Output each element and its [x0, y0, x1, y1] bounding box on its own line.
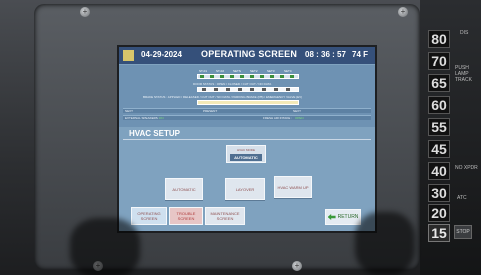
- return-arrow-icon: [327, 214, 336, 220]
- brake-status-text: BRAKE STATUS : APPLIED / RELEASED / CUT …: [143, 95, 303, 99]
- present-label: PRESENT: [203, 109, 218, 113]
- door-status-options: / CLOSED / CUT OUT / NO DATA: [226, 82, 272, 86]
- speed-indicator: 70: [428, 52, 450, 70]
- speed-indicator: 60: [428, 96, 450, 114]
- logo-icon: [123, 50, 134, 61]
- speed-indicator: 55: [428, 118, 450, 136]
- push-lamp-label: PUSH LAMP TRACK: [455, 65, 472, 83]
- door-status-open: OPEN: [216, 82, 226, 86]
- section-divider: [123, 139, 371, 140]
- temperature-display: 74 F: [352, 50, 369, 59]
- next-left-label: NEXT: [125, 109, 134, 113]
- fresh-air-value: OPEN: [295, 116, 304, 120]
- speed-indicator: 45: [428, 140, 450, 158]
- date-display: 04-29-2024: [141, 50, 182, 59]
- brake-status-bar: [197, 87, 299, 92]
- external-speakers-value: ON: [159, 116, 164, 120]
- status-panel: ST-01 ST-02 SETS SET2 SET3 SET4 DOOR STA…: [119, 65, 375, 127]
- operating-display: 04-29-2024 OPERATING SCREEN 08 : 36 : 57…: [117, 45, 377, 233]
- dis-label: DIS: [460, 30, 469, 36]
- external-speakers-label: EXTERNAL SPEAKERS :: [125, 116, 160, 120]
- hvac-mode-value: AUTOMATIC: [230, 154, 262, 161]
- speed-indicator: 80: [428, 30, 450, 48]
- door-group-label: SET4: [284, 69, 292, 73]
- atc-label: ATC: [457, 195, 467, 201]
- speed-panel: 80 70 65 60 55 45 40 30 20 15 DIS PUSH L…: [420, 0, 481, 275]
- door-status-text: DOOR STATUS : OPEN / CLOSED / CUT OUT / …: [193, 82, 271, 86]
- speed-indicator: 30: [428, 184, 450, 202]
- door-group-label: ST-01: [199, 69, 208, 73]
- no-xpdr-label: NO XPDR: [455, 165, 478, 171]
- speed-indicator: 40: [428, 162, 450, 180]
- speed-indicator: 65: [428, 74, 450, 92]
- time-display: 08 : 36 : 57: [305, 50, 346, 59]
- return-label: RETURN: [337, 214, 359, 220]
- door-status-bar: [197, 74, 299, 79]
- maintenance-screen-button[interactable]: MAINTENANCE SCREEN: [205, 207, 245, 225]
- hvac-mode-panel: HVAC MODE AUTOMATIC: [226, 145, 266, 163]
- door-group-label: SET2: [250, 69, 258, 73]
- screw-icon: +: [80, 7, 90, 17]
- hand-shadow: [355, 212, 415, 275]
- next-right-label: NEXT: [293, 109, 302, 113]
- door-group-label: SETS: [233, 69, 241, 73]
- hvac-warm-up-button[interactable]: HVAC WARM UP: [274, 176, 312, 198]
- stop-button[interactable]: STOP: [454, 225, 472, 239]
- screw-icon: +: [292, 261, 302, 271]
- door-status-label: DOOR STATUS :: [193, 82, 216, 86]
- screw-icon: +: [398, 7, 408, 17]
- speed-indicator-active: 15: [428, 224, 450, 242]
- station-line: NEXT PRESENT NEXT: [123, 108, 371, 113]
- section-title: HVAC SETUP: [129, 129, 180, 138]
- fresh-air-label: FRESH AIR INTAKE :: [263, 116, 292, 120]
- station-bar: [197, 100, 299, 105]
- header-bar: 04-29-2024 OPERATING SCREEN 08 : 36 : 57…: [119, 47, 375, 64]
- door-group-label: ST-02: [216, 69, 225, 73]
- screen-title: OPERATING SCREEN: [201, 49, 298, 59]
- hand-shadow: [70, 218, 140, 275]
- hvac-mode-label: HVAC MODE: [237, 148, 255, 152]
- speed-indicator: 20: [428, 204, 450, 222]
- speaker-line: EXTERNAL SPEAKERS : ON FRESH AIR INTAKE …: [123, 115, 371, 120]
- trouble-screen-button[interactable]: TROUBLE SCREEN: [169, 207, 203, 225]
- operating-screen-button[interactable]: OPERATING SCREEN: [131, 207, 167, 225]
- door-group-label: SET3: [267, 69, 275, 73]
- return-button[interactable]: RETURN: [325, 209, 361, 225]
- layover-button[interactable]: LAYOVER: [225, 178, 265, 200]
- automatic-button[interactable]: AUTOMATIC: [165, 178, 203, 200]
